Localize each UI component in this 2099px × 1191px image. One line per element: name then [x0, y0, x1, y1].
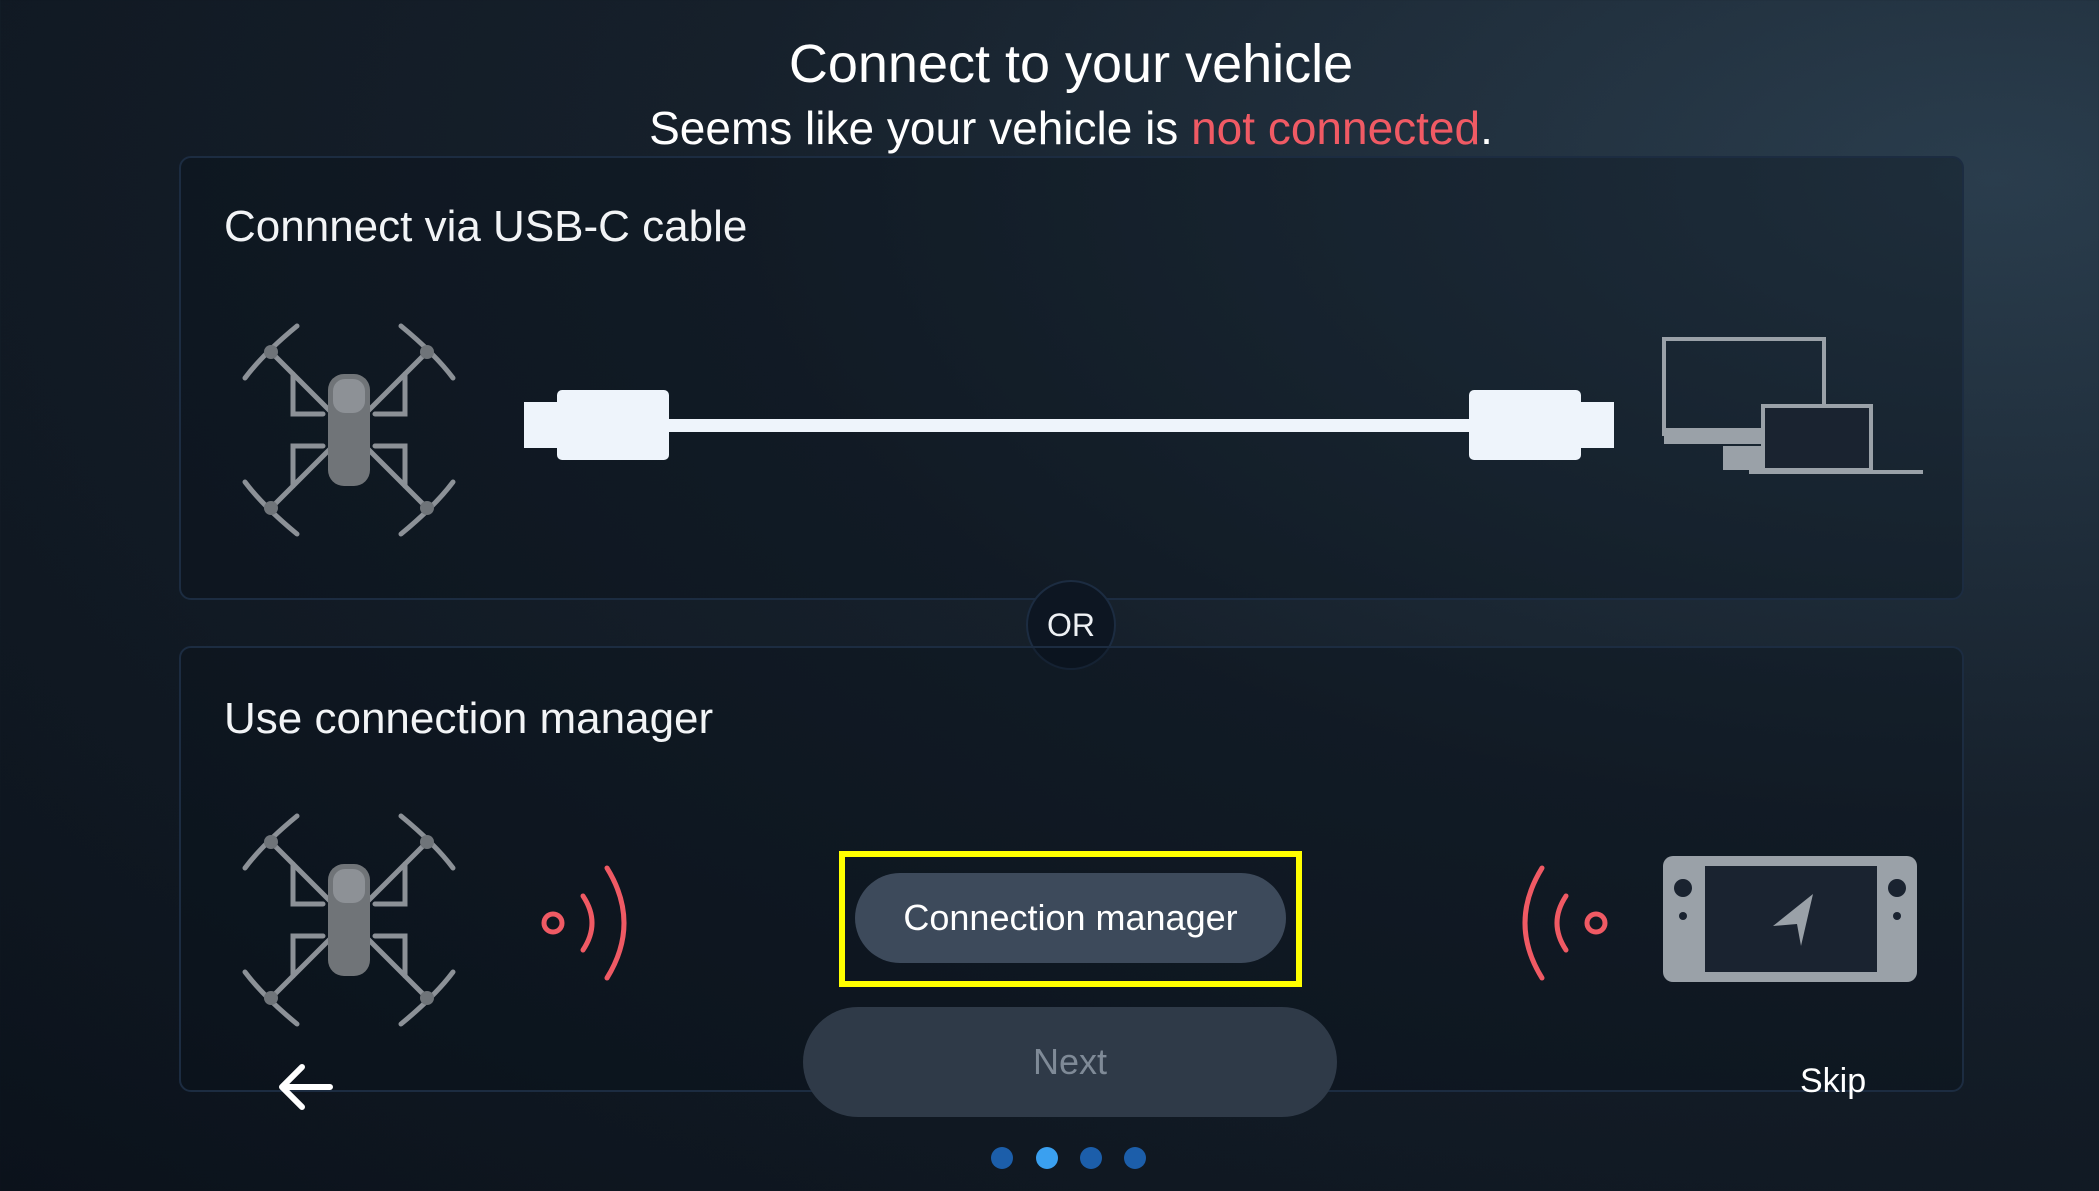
signal-waves-icon: [1522, 865, 1608, 981]
subtitle-period: .: [1480, 102, 1493, 154]
desktop-and-laptop-icon: [1662, 337, 1923, 474]
signal-waves-icon: [541, 865, 627, 981]
connection-manager-card-label: Use connection manager: [224, 694, 714, 743]
usb-card-label: Connnect via USB-C cable: [224, 202, 748, 251]
back-arrow-icon[interactable]: [276, 1061, 334, 1113]
controller-icon: [1663, 856, 1917, 982]
page-title: Connect to your vehicle: [788, 34, 1354, 94]
pagination-dot[interactable]: [1080, 1147, 1102, 1169]
header: Connect to your vehicle Seems like your …: [0, 30, 2099, 158]
drone-icon: [242, 813, 456, 1027]
drone-icon: [242, 323, 456, 537]
pagination-dots: [990, 1145, 1150, 1171]
next-button[interactable]: Next: [803, 1007, 1337, 1117]
subtitle-text: Seems like your vehicle is: [649, 102, 1192, 154]
connection-manager-button[interactable]: Connection manager: [855, 873, 1286, 963]
skip-button[interactable]: Skip: [1800, 1062, 1866, 1101]
usb-connection-card: Connnect via USB-C cable: [179, 156, 1964, 600]
pagination-dot[interactable]: [1124, 1147, 1146, 1169]
pagination-dot[interactable]: [991, 1147, 1013, 1169]
pagination-dot-active[interactable]: [1036, 1147, 1058, 1169]
page-subtitle: Seems like your vehicle is not connected…: [0, 98, 2099, 158]
usb-c-cable-icon: [524, 390, 1614, 460]
connection-status: not connected: [1191, 102, 1481, 154]
